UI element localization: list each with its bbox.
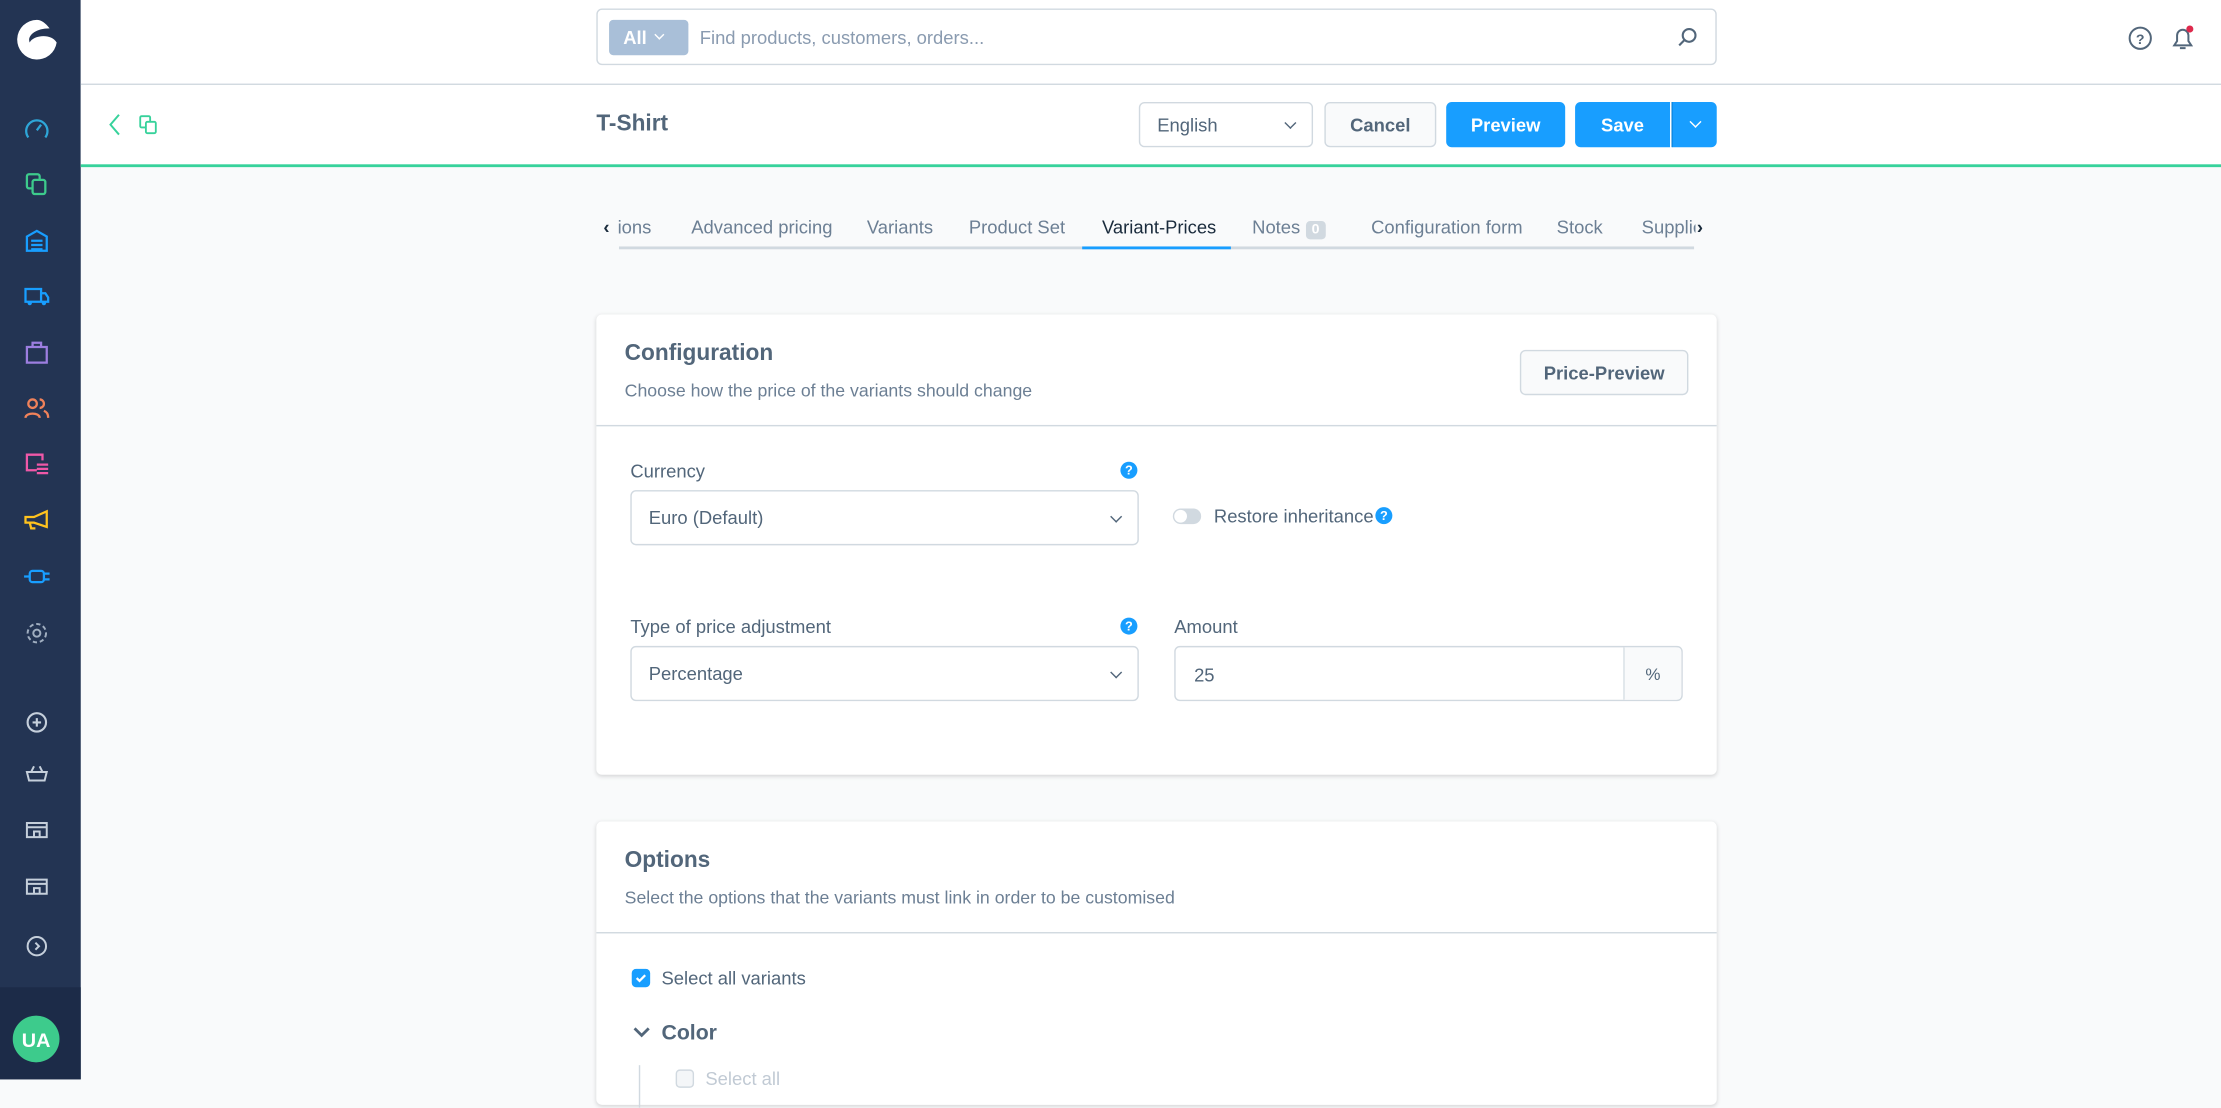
search-scope-label: All	[623, 26, 647, 49]
restore-inheritance-toggle[interactable]	[1172, 508, 1202, 525]
chevron-down-icon[interactable]	[632, 1026, 652, 1040]
tabs-scroll-left-icon[interactable]: ‹	[603, 217, 609, 238]
storefront-icon[interactable]	[23, 871, 51, 899]
inventory-icon[interactable]	[23, 227, 51, 255]
language-value: English	[1157, 114, 1218, 136]
basket-icon[interactable]	[23, 759, 51, 787]
select-all-variants-label: Select all variants	[661, 967, 806, 989]
preview-button[interactable]: Preview	[1446, 101, 1566, 148]
tab-stock[interactable]: Stock	[1557, 217, 1603, 238]
back-chevron-icon[interactable]	[108, 113, 122, 136]
select-all-variants-checkbox[interactable]	[631, 968, 651, 988]
notes-count-badge: 0	[1305, 220, 1326, 240]
tabs-scroll-right-icon[interactable]: ›	[1697, 217, 1703, 238]
dashboard-icon[interactable]	[23, 115, 51, 143]
notifications-bell-icon[interactable]	[2169, 24, 2197, 52]
save-button[interactable]: Save	[1575, 101, 1670, 148]
storefront-icon[interactable]	[23, 814, 51, 842]
chevron-down-icon	[1110, 510, 1123, 523]
tab-configuration-form[interactable]: Configuration form	[1371, 217, 1522, 238]
help-icon[interactable]: ?	[1120, 617, 1138, 635]
language-select[interactable]: English	[1138, 101, 1314, 148]
avatar[interactable]: UA	[12, 1015, 60, 1063]
add-icon[interactable]	[23, 708, 51, 736]
amount-input[interactable]: 25	[1194, 664, 1214, 685]
marketing-icon[interactable]	[23, 506, 51, 534]
cancel-button[interactable]: Cancel	[1324, 101, 1437, 148]
checkmark-icon	[635, 974, 646, 983]
sidebar: UA	[0, 0, 81, 1080]
tab-advanced-pricing[interactable]: Advanced pricing	[691, 217, 832, 238]
shopping-bag-icon[interactable]	[23, 339, 51, 367]
product-tabs: ‹ ions Advanced pricing Variants Product…	[596, 212, 1715, 250]
currency-value: Euro (Default)	[648, 507, 764, 529]
option-group-color[interactable]: Color	[661, 1021, 716, 1045]
orders-icon[interactable]	[23, 282, 51, 310]
options-title: Options	[624, 848, 711, 873]
tab-suppliers[interactable]: Supplie	[1642, 217, 1696, 238]
tab-variants[interactable]: Variants	[867, 217, 933, 238]
options-card: Options Select the options that the vari…	[596, 821, 1717, 1108]
help-icon[interactable]: ?	[1120, 461, 1138, 479]
tab-notes-label: Notes	[1252, 216, 1301, 238]
expand-icon[interactable]	[23, 932, 51, 960]
amount-suffix: %	[1623, 647, 1682, 700]
active-tab-indicator	[1082, 246, 1231, 250]
divider	[596, 424, 1717, 427]
content-icon[interactable]	[23, 449, 51, 477]
restore-inheritance-label: Restore inheritance	[1213, 505, 1374, 527]
price-adjustment-type-select[interactable]: Percentage	[630, 645, 1139, 702]
search-icon[interactable]	[1677, 27, 1698, 48]
save-options-button[interactable]	[1671, 101, 1717, 148]
tab-variant-prices[interactable]: Variant-Prices	[1102, 217, 1216, 238]
tab-notes[interactable]: Notes 0	[1252, 216, 1326, 240]
extensions-icon[interactable]	[23, 562, 51, 590]
tree-line	[638, 1065, 641, 1108]
catalogue-icon[interactable]	[23, 170, 51, 198]
amount-label: Amount	[1174, 616, 1238, 638]
select-all-color-checkbox[interactable]	[675, 1069, 695, 1088]
tab-options[interactable]: ions	[618, 217, 652, 238]
product-copy-icon	[139, 115, 157, 135]
chevron-down-icon	[1688, 115, 1701, 128]
amount-field: 25 %	[1174, 645, 1683, 702]
chevron-down-icon	[1284, 116, 1297, 129]
global-search: All	[596, 8, 1717, 66]
configuration-card: Configuration Choose how the price of th…	[596, 314, 1717, 775]
options-subtitle: Select the options that the variants mus…	[624, 888, 1175, 908]
configuration-title: Configuration	[624, 341, 774, 366]
configuration-subtitle: Choose how the price of the variants sho…	[624, 381, 1033, 401]
shopware-logo-icon[interactable]	[16, 18, 58, 60]
page-title: T-Shirt	[596, 111, 669, 136]
currency-select[interactable]: Euro (Default)	[630, 490, 1139, 546]
search-scope-dropdown[interactable]: All	[609, 19, 689, 56]
currency-label: Currency	[630, 460, 706, 482]
divider	[596, 932, 1717, 934]
price-preview-button[interactable]: Price-Preview	[1519, 349, 1689, 396]
settings-icon[interactable]	[23, 619, 51, 647]
tab-product-set[interactable]: Product Set	[969, 217, 1065, 238]
help-icon[interactable]: ?	[1375, 507, 1393, 525]
select-all-color-label: Select all	[705, 1068, 781, 1090]
search-input[interactable]	[699, 21, 1635, 53]
chevron-down-icon	[1110, 665, 1123, 678]
price-adjustment-type-label: Type of price adjustment	[630, 616, 831, 638]
price-adjustment-type-value: Percentage	[648, 662, 743, 685]
chevron-down-icon	[653, 29, 664, 40]
svg-text:?: ?	[2136, 32, 2145, 48]
customers-icon[interactable]	[23, 394, 51, 422]
help-icon[interactable]: ?	[2128, 25, 2153, 50]
